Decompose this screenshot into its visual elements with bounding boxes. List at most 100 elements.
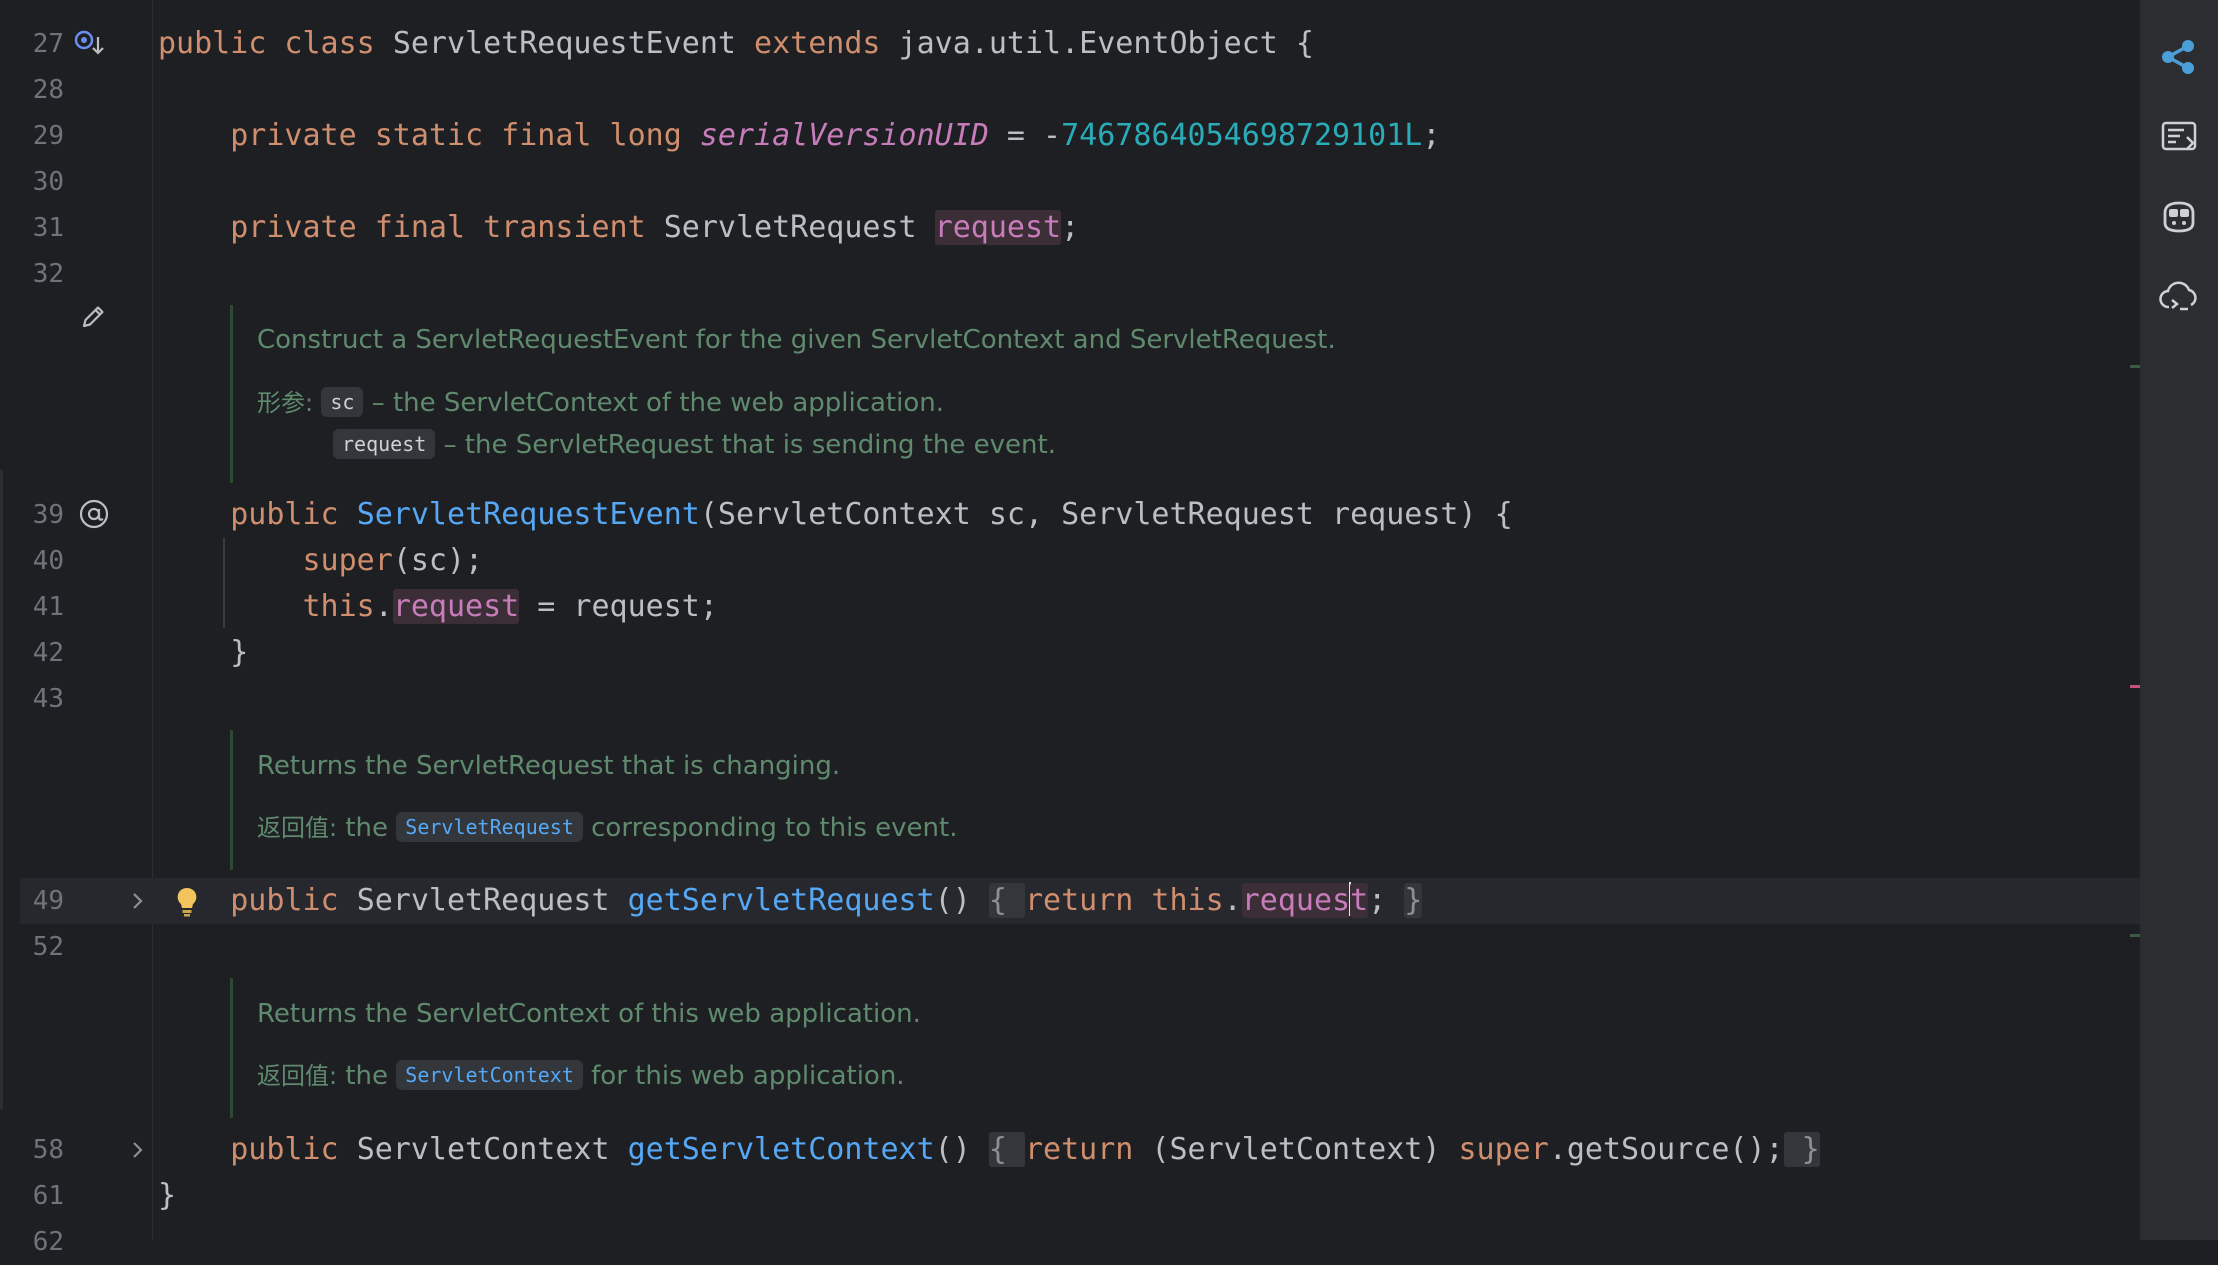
- code-token[interactable]: }: [158, 635, 248, 670]
- right-tool-strip: [2140, 0, 2218, 1240]
- line-number: 61: [32, 1181, 64, 1211]
- code-line[interactable]: 40 super(sc);: [20, 538, 2140, 584]
- cloud-code-icon[interactable]: [2158, 276, 2200, 318]
- implemented-override-icon[interactable]: [72, 28, 108, 60]
- code-token[interactable]: reques: [1241, 883, 1351, 918]
- line-number: 40: [32, 546, 64, 576]
- code-token[interactable]: .getSource();: [1549, 1132, 1784, 1167]
- javadoc-render[interactable]: Returns the ServletContext of this web a…: [230, 978, 1233, 1118]
- run-console-icon[interactable]: [2158, 116, 2200, 158]
- code-text[interactable]: public ServletRequestEvent(ServletContex…: [158, 492, 1513, 538]
- code-token[interactable]: private static final long: [230, 118, 700, 153]
- code-token[interactable]: request: [934, 210, 1062, 245]
- code-text[interactable]: this.request = request;: [158, 584, 718, 630]
- code-token[interactable]: (): [935, 883, 989, 918]
- code-line[interactable]: 41 this.request = request;: [20, 584, 2140, 630]
- code-token[interactable]: public: [230, 1132, 356, 1167]
- doc-param-label: 形参:: [257, 389, 314, 417]
- code-token[interactable]: super: [303, 543, 393, 578]
- code-token[interactable]: super: [1458, 1132, 1548, 1167]
- code-line[interactable]: 27 public class ServletRequestEvent exte…: [20, 21, 2140, 67]
- code-line[interactable]: 61 }: [20, 1173, 2140, 1219]
- javadoc-render[interactable]: Construct a ServletRequestEvent for the …: [230, 305, 1433, 483]
- chevron-right-icon[interactable]: [124, 1135, 152, 1165]
- code-token[interactable]: .: [375, 589, 393, 624]
- code-token[interactable]: public: [230, 883, 356, 918]
- code-token[interactable]: (sc);: [393, 543, 483, 578]
- code-token[interactable]: ;: [1368, 883, 1404, 918]
- code-token[interactable]: [158, 497, 230, 532]
- annotation-at-icon[interactable]: [76, 496, 112, 532]
- code-token[interactable]: ;: [1061, 210, 1079, 245]
- code-token[interactable]: {: [988, 1132, 1025, 1167]
- code-token[interactable]: .: [1224, 883, 1242, 918]
- code-token[interactable]: this: [303, 589, 375, 624]
- code-token[interactable]: ServletRequest: [664, 210, 935, 245]
- doc-summary: Returns the ServletContext of this web a…: [257, 999, 921, 1029]
- doc-link-chip[interactable]: ServletContext: [396, 1060, 583, 1090]
- code-token[interactable]: [158, 543, 303, 578]
- code-token[interactable]: [158, 118, 230, 153]
- code-token[interactable]: [158, 1132, 230, 1167]
- pencil-icon[interactable]: [76, 300, 110, 334]
- code-token[interactable]: }: [1404, 883, 1423, 918]
- code-text[interactable]: public class ServletRequestEvent extends…: [158, 21, 1314, 67]
- code-token[interactable]: (ServletContext sc, ServletRequest reque…: [700, 497, 1513, 532]
- code-line[interactable]: 28: [20, 67, 2140, 113]
- code-line[interactable]: 58 public ServletContext getServletConte…: [20, 1127, 2140, 1173]
- code-line[interactable]: 62: [20, 1219, 2140, 1265]
- chevron-right-icon[interactable]: [124, 886, 152, 916]
- code-token[interactable]: ServletRequest: [357, 883, 628, 918]
- code-token[interactable]: extends: [754, 26, 899, 61]
- code-token[interactable]: = -: [989, 118, 1061, 153]
- code-text[interactable]: }: [158, 630, 248, 676]
- code-token[interactable]: java.util.EventObject {: [899, 26, 1314, 61]
- doc-link-chip[interactable]: ServletRequest: [396, 812, 583, 842]
- javadoc-render[interactable]: Returns the ServletRequest that is chang…: [230, 730, 1233, 870]
- code-text[interactable]: public ServletContext getServletContext(…: [158, 1127, 1820, 1173]
- code-line[interactable]: 42 }: [20, 630, 2140, 676]
- code-token[interactable]: request: [392, 589, 520, 624]
- code-token[interactable]: t: [1350, 883, 1369, 918]
- code-token[interactable]: ServletRequestEvent: [357, 497, 700, 532]
- code-token[interactable]: (): [935, 1132, 989, 1167]
- code-line-current[interactable]: 49 public ServletRequest getServletReque…: [20, 878, 2140, 924]
- code-editor[interactable]: 27 public class ServletRequestEvent exte…: [20, 0, 2156, 1257]
- lightbulb-icon[interactable]: [170, 884, 204, 920]
- code-token[interactable]: getServletRequest: [628, 883, 935, 918]
- code-text[interactable]: public ServletRequest getServletRequest(…: [158, 878, 1423, 924]
- code-token[interactable]: {: [988, 883, 1025, 918]
- code-token[interactable]: public class: [158, 26, 393, 61]
- code-line[interactable]: 39 public ServletRequestEvent(ServletCon…: [20, 492, 2140, 538]
- code-token[interactable]: 7467864054698729101L: [1061, 118, 1422, 153]
- code-token[interactable]: public: [230, 497, 356, 532]
- code-token[interactable]: }: [1783, 1132, 1820, 1167]
- code-token[interactable]: ServletRequestEvent: [393, 26, 754, 61]
- code-line[interactable]: 43: [20, 676, 2140, 722]
- code-line[interactable]: 29 private static final long serialVersi…: [20, 113, 2140, 159]
- code-token[interactable]: [158, 589, 303, 624]
- code-text[interactable]: }: [158, 1173, 176, 1219]
- code-token[interactable]: return this: [1025, 883, 1224, 918]
- code-text[interactable]: super(sc);: [158, 538, 484, 584]
- code-line[interactable]: 32: [20, 251, 2140, 297]
- code-line[interactable]: 30: [20, 159, 2140, 205]
- doc-summary: Returns the ServletRequest that is chang…: [257, 751, 841, 781]
- line-number: 28: [32, 75, 64, 105]
- code-token[interactable]: }: [158, 1178, 176, 1213]
- code-line[interactable]: 52: [20, 924, 2140, 970]
- code-token[interactable]: = request;: [519, 589, 718, 624]
- code-token[interactable]: serialVersionUID: [700, 118, 989, 153]
- code-token[interactable]: private final transient: [230, 210, 663, 245]
- code-line[interactable]: 31 private final transient ServletReques…: [20, 205, 2140, 251]
- code-token[interactable]: [158, 210, 230, 245]
- share-icon[interactable]: [2158, 36, 2200, 78]
- code-text[interactable]: private final transient ServletRequest r…: [158, 205, 1079, 251]
- copilot-icon[interactable]: [2158, 196, 2200, 238]
- code-text[interactable]: private static final long serialVersionU…: [158, 113, 1440, 159]
- code-token[interactable]: ;: [1422, 118, 1440, 153]
- code-token[interactable]: getServletContext: [628, 1132, 935, 1167]
- code-token[interactable]: ServletContext: [357, 1132, 628, 1167]
- code-token[interactable]: return: [1025, 1132, 1151, 1167]
- code-token[interactable]: (ServletContext): [1151, 1132, 1458, 1167]
